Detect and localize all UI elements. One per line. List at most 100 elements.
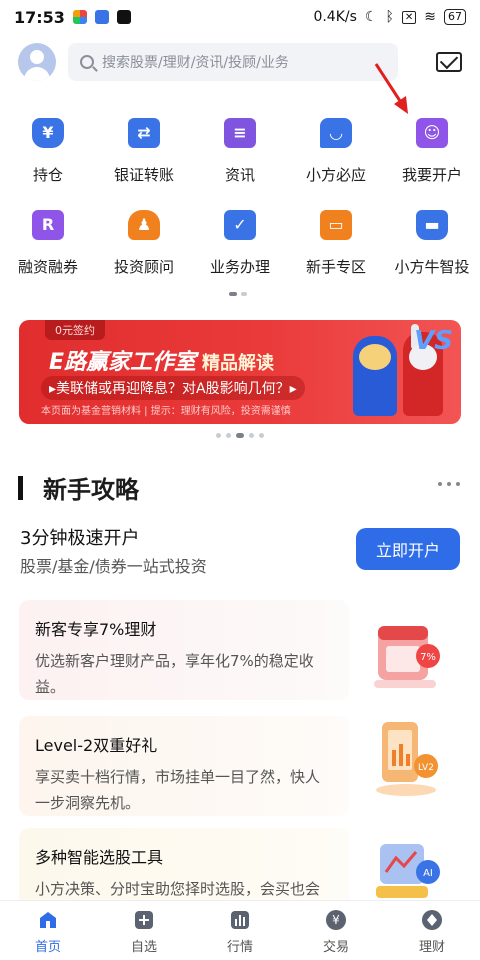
news-icon: ≡ <box>220 114 260 154</box>
id-card-icon: ☺ <box>412 114 452 154</box>
grid-item-assistant[interactable]: ◡ 小方必应 <box>288 108 384 200</box>
app-notification-icon <box>72 10 87 24</box>
card-desc: 享买卖十档行情，市场挂单一目了然，快人一步洞察先机。 <box>35 768 321 812</box>
card-title: 多种智能选股工具 <box>35 848 164 867</box>
gift-icon: ▭ <box>316 206 356 246</box>
wallet-app-icon <box>94 10 109 24</box>
guide-card-level2[interactable]: Level-2双重好礼 享买卖十档行情，市场挂单一目了然，快人一步洞察先机。 <box>19 716 349 816</box>
page-dot <box>259 433 264 438</box>
tab-label: 交易 <box>322 940 349 955</box>
plus-square-icon <box>135 911 153 929</box>
more-icon[interactable] <box>438 482 460 486</box>
guide-card-tools[interactable]: 多种智能选股工具 小方决策、分时宝助您择时选股，会买也会卖，才能赢得赚 <box>19 828 349 908</box>
tab-wealth[interactable]: 理财 <box>384 901 480 960</box>
tab-watchlist[interactable]: 自选 <box>96 901 192 960</box>
page-dot <box>249 433 254 438</box>
banner-title: E路赢家工作室 精品解读 <box>49 344 274 376</box>
grid-label: 新手专区 <box>305 258 366 276</box>
open-account-title: 3分钟极速开户 <box>20 528 140 549</box>
grid-item-position[interactable]: ¥ 持仓 <box>0 108 96 200</box>
banner-vs: VS <box>414 326 453 356</box>
status-bar: 17:53 0.4K/s ☾ ᛒ ✕ ≋ 67 <box>0 0 480 34</box>
section-title: 新手攻略 <box>43 475 139 504</box>
mascot-bird-image <box>353 336 397 416</box>
search-icon <box>80 55 94 69</box>
bluetooth-icon: ᛒ <box>385 9 394 25</box>
grid-row: ¥ 持仓 ⇄ 银证转账 ≡ 资讯 ◡ 小方必应 ☺ 我要开户 <box>0 108 480 200</box>
grid-label: 小方必应 <box>305 166 366 184</box>
calendar-icon: 7% <box>374 626 440 688</box>
guide-card-wealth[interactable]: 新客专享7%理财 优选新客户理财产品，享年化7%的稳定收益。 <box>19 600 349 700</box>
open-account-subtitle: 股票/基金/债券一站式投资 <box>20 557 207 576</box>
tab-label: 行情 <box>226 940 253 955</box>
grid-label: 融资融券 <box>17 258 78 276</box>
grid-item-open-account[interactable]: ☺ 我要开户 <box>384 108 480 200</box>
tab-trade[interactable]: ¥ 交易 <box>288 901 384 960</box>
banner-page-indicator <box>216 433 264 438</box>
grid-item-advisor[interactable]: ♟ 投资顾问 <box>96 200 192 292</box>
grid-row: R 融资融券 ♟ 投资顾问 ✓ 业务办理 ▭ 新手专区 ▬ 小方牛智投 <box>0 200 480 292</box>
bar-chart-icon <box>231 911 249 929</box>
promo-banner[interactable]: 0元签约 E路赢家工作室 精品解读 ▸美联储或再迎降息？对A股影响几何？▸ 本页面… <box>19 320 461 424</box>
status-right: 0.4K/s ☾ ᛒ ✕ ≋ 67 <box>313 9 466 25</box>
chat-icon: ◡ <box>316 114 356 154</box>
wallet-icon: ¥ <box>28 114 68 154</box>
page-dot <box>229 292 237 296</box>
tab-home[interactable]: 首页 <box>0 901 96 960</box>
svg-text:¥: ¥ <box>332 913 340 927</box>
avatar-body-shape <box>24 67 50 81</box>
page-dot <box>226 433 231 438</box>
grid-label: 持仓 <box>32 166 63 184</box>
transfer-icon: ⇄ <box>124 114 164 154</box>
battery-icon: 67 <box>444 9 466 25</box>
search-placeholder: 搜索股票/理财/资讯/投顾/业务 <box>102 55 289 71</box>
card-title: 新客专享7%理财 <box>35 620 157 639</box>
card-badge: AI <box>423 868 433 879</box>
tab-label: 自选 <box>130 940 157 955</box>
wifi-icon: ≋ <box>424 9 436 25</box>
grid-item-bank-transfer[interactable]: ⇄ 银证转账 <box>96 108 192 200</box>
grid-item-margin[interactable]: R 融资融券 <box>0 200 96 292</box>
margin-icon: R <box>28 206 68 246</box>
bottom-tab-bar: 首页 自选 行情 ¥ 交易 理财 <box>0 900 480 960</box>
tiktok-icon <box>116 10 131 24</box>
tab-label: 理财 <box>418 940 445 955</box>
banner-headline: ▸美联储或再迎降息？对A股影响几何？▸ <box>41 376 305 400</box>
avatar[interactable] <box>18 43 56 81</box>
card-badge: LV2 <box>418 763 434 773</box>
advisor-icon: ♟ <box>124 206 164 246</box>
grid-label: 业务办理 <box>209 258 270 276</box>
function-grid: ¥ 持仓 ⇄ 银证转账 ≡ 资讯 ◡ 小方必应 ☺ 我要开户 R 融资融券 ♟ … <box>0 108 480 292</box>
mail-icon[interactable] <box>436 52 462 72</box>
tab-market[interactable]: 行情 <box>192 901 288 960</box>
card-title: Level-2双重好礼 <box>35 736 158 755</box>
grid-label: 资讯 <box>224 166 255 184</box>
home-icon <box>40 912 56 928</box>
avatar-head-shape <box>30 50 44 64</box>
banner-tag: 0元签约 <box>45 320 105 340</box>
grid-item-smart-invest[interactable]: ▬ 小方牛智投 <box>384 200 480 292</box>
banner-title-suffix: 精品解读 <box>202 353 275 374</box>
status-notification-icons <box>72 10 131 24</box>
grid-label: 小方牛智投 <box>394 258 470 276</box>
page-dot <box>236 433 244 438</box>
yuan-circle-icon: ¥ <box>326 910 346 930</box>
page-dot <box>216 433 221 438</box>
open-account-button[interactable]: 立即开户 <box>356 528 460 570</box>
tab-label: 首页 <box>34 940 61 955</box>
grid-item-news[interactable]: ≡ 资讯 <box>192 108 288 200</box>
folder-check-icon: ✓ <box>220 206 260 246</box>
card-badge: 7% <box>420 652 436 663</box>
moon-icon: ☾ <box>364 9 378 25</box>
grid-label: 银证转账 <box>113 166 174 184</box>
grid-item-business[interactable]: ✓ 业务办理 <box>192 200 288 292</box>
grid-label: 投资顾问 <box>113 258 174 276</box>
search-input[interactable]: 搜索股票/理财/资讯/投顾/业务 <box>68 43 398 81</box>
status-time: 17:53 <box>14 7 65 27</box>
grid-item-newbie-zone[interactable]: ▭ 新手专区 <box>288 200 384 292</box>
section-bar <box>18 475 23 500</box>
section-header: 新手攻略 <box>18 470 139 505</box>
page-dot <box>241 292 247 296</box>
network-speed: 0.4K/s <box>313 9 357 25</box>
robot-icon: ▬ <box>412 206 452 246</box>
